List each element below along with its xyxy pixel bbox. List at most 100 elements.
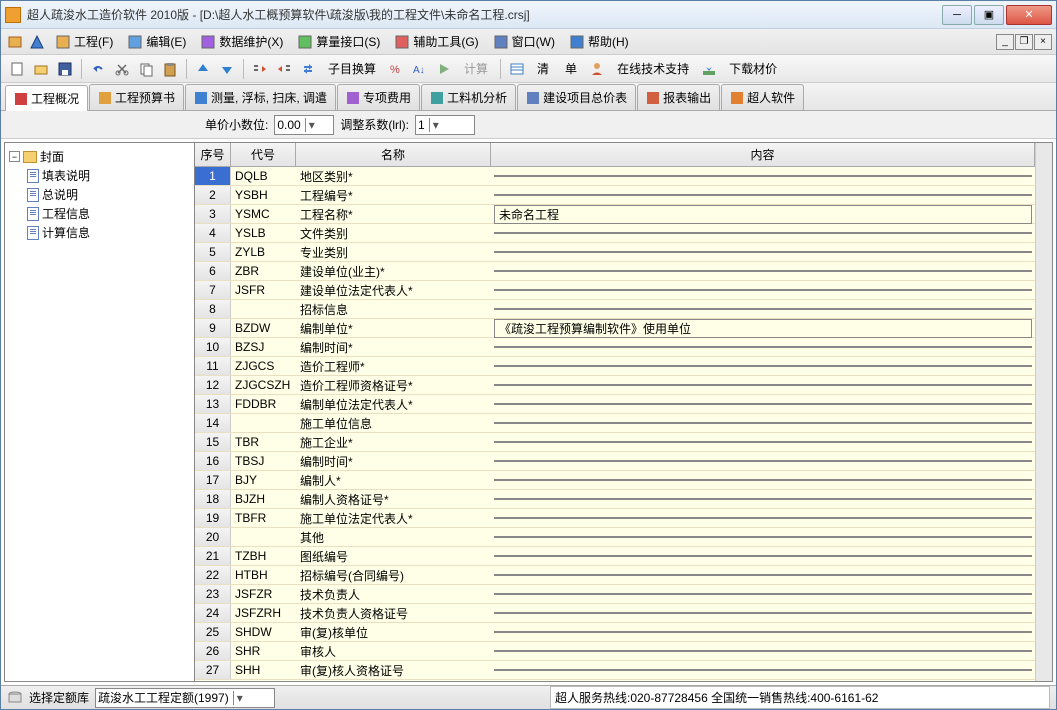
cell-seq[interactable]: 2 xyxy=(195,186,231,204)
up-icon[interactable] xyxy=(193,59,213,79)
cell-seq[interactable]: 6 xyxy=(195,262,231,280)
table-row[interactable]: 8 招标信息 xyxy=(195,300,1035,319)
cell-code[interactable]: BJZH xyxy=(231,492,296,506)
mdi-minimize[interactable]: _ xyxy=(996,34,1014,50)
cell-code[interactable]: JSFR xyxy=(231,283,296,297)
header-name[interactable]: 名称 xyxy=(296,143,491,166)
table-row[interactable]: 5ZYLB专业类别 xyxy=(195,243,1035,262)
cell-code[interactable]: TBSJ xyxy=(231,454,296,468)
tab-report[interactable]: 报表输出 xyxy=(637,84,720,110)
cell-name[interactable]: 审核人 xyxy=(296,643,491,660)
table-row[interactable]: 6ZBR建设单位(业主)* xyxy=(195,262,1035,281)
undo-icon[interactable] xyxy=(88,59,108,79)
grid-body[interactable]: 1DQLB地区类别*2YSBH工程编号*3YSMC工程名称*未命名工程4YSLB… xyxy=(195,167,1035,681)
cell-code[interactable]: ZJGCSZH xyxy=(231,378,296,392)
cell-code[interactable]: HTBH xyxy=(231,568,296,582)
menu-project[interactable]: 工程(F) xyxy=(49,30,119,53)
cell-name[interactable]: 其他 xyxy=(296,529,491,546)
cell-seq[interactable]: 19 xyxy=(195,509,231,527)
cell-seq[interactable]: 20 xyxy=(195,528,231,546)
table-row[interactable]: 13FDDBR编制单位法定代表人* xyxy=(195,395,1035,414)
cell-seq[interactable]: 4 xyxy=(195,224,231,242)
table-row[interactable]: 22HTBH招标编号(合同编号) xyxy=(195,566,1035,585)
cell-seq[interactable]: 1 xyxy=(195,167,231,185)
cell-content[interactable] xyxy=(494,517,1032,519)
cell-content[interactable] xyxy=(494,403,1032,405)
cut-icon[interactable] xyxy=(112,59,132,79)
tree-node[interactable]: 工程信息 xyxy=(27,204,190,223)
menu-calc[interactable]: 算量接口(S) xyxy=(291,30,386,53)
cell-content[interactable] xyxy=(494,422,1032,424)
cell-content[interactable] xyxy=(494,498,1032,500)
cell-code[interactable]: BJY xyxy=(231,473,296,487)
menu-help[interactable]: 帮助(H) xyxy=(563,30,635,53)
cell-seq[interactable]: 16 xyxy=(195,452,231,470)
cell-seq[interactable]: 12 xyxy=(195,376,231,394)
tree-node[interactable]: 计算信息 xyxy=(27,223,190,242)
cell-seq[interactable]: 24 xyxy=(195,604,231,622)
cell-seq[interactable]: 11 xyxy=(195,357,231,375)
table-row[interactable]: 18BJZH编制人资格证号* xyxy=(195,490,1035,509)
cell-name[interactable]: 建设单位(业主)* xyxy=(296,263,491,280)
sort-icon[interactable]: A↓ xyxy=(410,59,430,79)
cell-code[interactable]: JSFZR xyxy=(231,587,296,601)
cell-content[interactable] xyxy=(494,460,1032,462)
cell-name[interactable]: 施工单位法定代表人* xyxy=(296,510,491,527)
cell-name[interactable]: 文件类别 xyxy=(296,225,491,242)
table-row[interactable]: 4YSLB文件类别 xyxy=(195,224,1035,243)
table-row[interactable]: 15TBR施工企业* xyxy=(195,433,1035,452)
dan-button[interactable]: 单 xyxy=(559,58,583,79)
tab-analysis[interactable]: 工料机分析 xyxy=(421,84,516,110)
header-content[interactable]: 内容 xyxy=(491,143,1035,166)
cell-code[interactable]: ZJGCS xyxy=(231,359,296,373)
table-row[interactable]: 7JSFR建设单位法定代表人* xyxy=(195,281,1035,300)
copy-icon[interactable] xyxy=(136,59,156,79)
cell-seq[interactable]: 21 xyxy=(195,547,231,565)
indent-icon[interactable] xyxy=(250,59,270,79)
cell-seq[interactable]: 22 xyxy=(195,566,231,584)
cell-content[interactable] xyxy=(494,270,1032,272)
cell-name[interactable]: 招标信息 xyxy=(296,301,491,318)
table-row[interactable]: 20 其他 xyxy=(195,528,1035,547)
minimize-button[interactable]: ─ xyxy=(942,5,972,25)
cell-content[interactable] xyxy=(494,669,1032,671)
header-seq[interactable]: 序号 xyxy=(195,143,231,166)
cell-seq[interactable]: 8 xyxy=(195,300,231,318)
maximize-button[interactable]: ▣ xyxy=(974,5,1004,25)
tree-node[interactable]: 填表说明 xyxy=(27,166,190,185)
cell-name[interactable]: 工程编号* xyxy=(296,187,491,204)
down-icon[interactable] xyxy=(217,59,237,79)
percent-icon[interactable]: % xyxy=(386,59,406,79)
cell-name[interactable]: 编制单位* xyxy=(296,320,491,337)
cell-content[interactable] xyxy=(494,574,1032,576)
cell-name[interactable]: 地区类别* xyxy=(296,168,491,185)
cell-code[interactable]: BZSJ xyxy=(231,340,296,354)
open-icon[interactable] xyxy=(31,59,51,79)
cell-seq[interactable]: 15 xyxy=(195,433,231,451)
cell-name[interactable]: 审(复)核人资格证号 xyxy=(296,662,491,679)
table-row[interactable]: 17BJY编制人* xyxy=(195,471,1035,490)
cell-content[interactable] xyxy=(494,251,1032,253)
paste-icon[interactable] xyxy=(160,59,180,79)
menu-icon-2[interactable] xyxy=(27,32,47,52)
table-row[interactable]: 1DQLB地区类别* xyxy=(195,167,1035,186)
cell-content[interactable] xyxy=(494,612,1032,614)
cell-name[interactable]: 建设单位法定代表人* xyxy=(296,282,491,299)
cell-code[interactable]: TZBH xyxy=(231,549,296,563)
tab-measure[interactable]: 测量, 浮标, 扫床, 调遣 xyxy=(185,84,336,110)
table-row[interactable]: 24JSFZRH技术负责人资格证号 xyxy=(195,604,1035,623)
cell-name[interactable]: 施工企业* xyxy=(296,434,491,451)
tree-node[interactable]: 总说明 xyxy=(27,185,190,204)
cell-seq[interactable]: 5 xyxy=(195,243,231,261)
cell-seq[interactable]: 23 xyxy=(195,585,231,603)
cell-name[interactable]: 造价工程师资格证号* xyxy=(296,377,491,394)
cell-content[interactable] xyxy=(494,593,1032,595)
qing-button[interactable]: 清 xyxy=(531,58,555,79)
cell-content[interactable] xyxy=(494,631,1032,633)
tab-overview[interactable]: 工程概况 xyxy=(5,85,88,111)
cell-seq[interactable]: 9 xyxy=(195,319,231,337)
cell-seq[interactable]: 17 xyxy=(195,471,231,489)
cell-seq[interactable]: 3 xyxy=(195,205,231,223)
table-row[interactable]: 12ZJGCSZH造价工程师资格证号* xyxy=(195,376,1035,395)
adjust-combo[interactable]: 1▾ xyxy=(415,115,475,135)
